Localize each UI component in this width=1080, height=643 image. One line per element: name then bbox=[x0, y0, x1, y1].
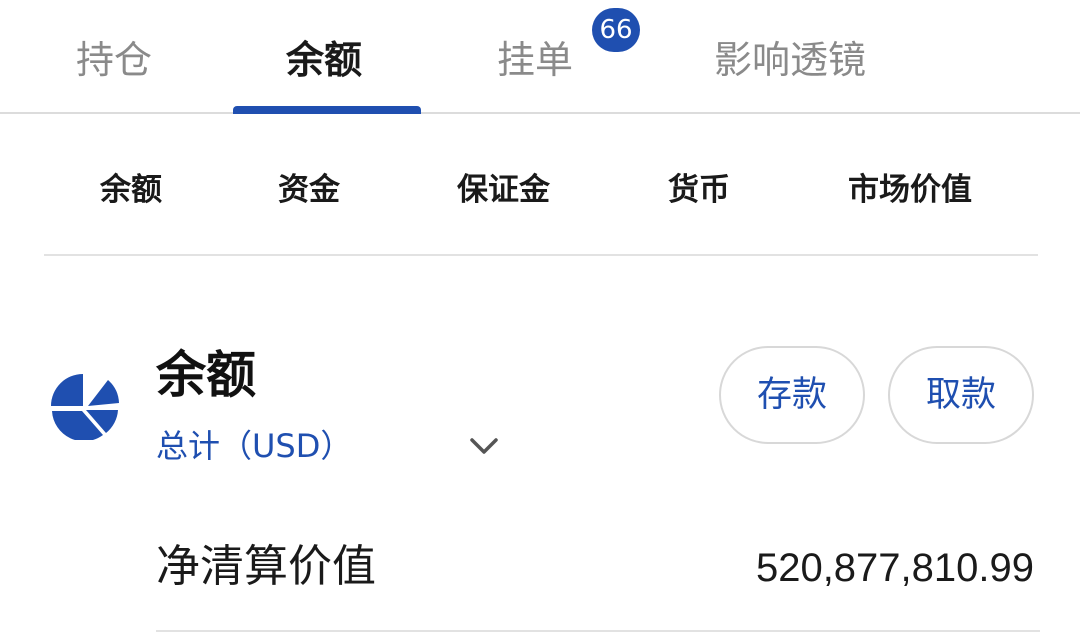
net-liquidation-value: 520,877,810.99 bbox=[755, 546, 1034, 590]
currency-selector-label[interactable]: 总计（USD） bbox=[156, 424, 352, 468]
subtab-margin[interactable]: 保证金 bbox=[457, 170, 550, 210]
section-title: 余额 bbox=[156, 346, 256, 404]
orders-count-badge: 66 bbox=[592, 8, 640, 52]
chevron-down-icon[interactable] bbox=[466, 432, 502, 460]
deposit-button[interactable]: 存款 bbox=[719, 346, 865, 444]
row-divider bbox=[156, 630, 1040, 632]
tab-holdings[interactable]: 持仓 bbox=[76, 34, 152, 86]
active-tab-indicator bbox=[233, 106, 421, 114]
account-page: 持仓 余额 挂单 66 影响透镜 余额 资金 保证金 货币 市场价值 余额 总计… bbox=[0, 0, 1080, 643]
subtab-balance[interactable]: 余额 bbox=[100, 170, 162, 210]
tab-balance[interactable]: 余额 bbox=[286, 34, 362, 86]
pie-chart-icon bbox=[51, 374, 119, 440]
withdraw-button[interactable]: 取款 bbox=[888, 346, 1034, 444]
subtab-market-value[interactable]: 市场价值 bbox=[848, 170, 972, 210]
subtab-funds[interactable]: 资金 bbox=[278, 170, 340, 210]
net-liquidation-label: 净清算价值 bbox=[156, 541, 376, 592]
tab-orders[interactable]: 挂单 bbox=[497, 34, 573, 86]
sub-tab-bar: 余额 资金 保证金 货币 市场价值 bbox=[44, 114, 1038, 256]
top-tab-bar: 持仓 余额 挂单 66 影响透镜 bbox=[0, 0, 1080, 114]
subtab-currency[interactable]: 货币 bbox=[668, 170, 730, 210]
tab-impact-lens[interactable]: 影响透镜 bbox=[714, 34, 866, 86]
